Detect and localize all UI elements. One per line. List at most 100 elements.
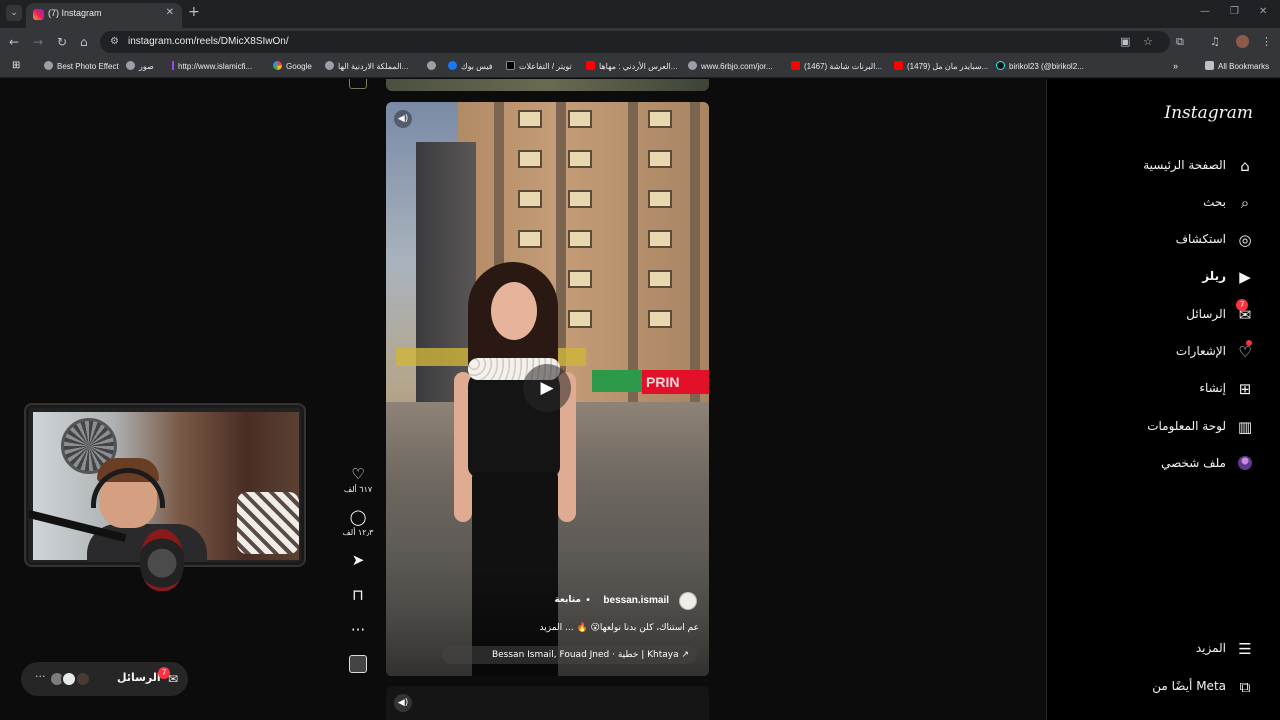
ellipsis-icon: ···: [350, 621, 366, 639]
bookmark-item[interactable]: تويتر / التفاعلات: [506, 61, 572, 71]
nav-messages[interactable]: ✉ 7 الرسائل: [1054, 299, 1254, 328]
profile-avatar-icon[interactable]: [1236, 35, 1249, 48]
facebook-icon: [448, 61, 457, 70]
audio-thumbnail-top[interactable]: [349, 79, 367, 89]
bookmark-item[interactable]: birikol23 (@birikol2...: [996, 61, 1084, 71]
next-reel[interactable]: ◀): [386, 686, 709, 720]
window: [518, 110, 542, 128]
chart-icon: ▥: [1237, 418, 1253, 436]
tab-search-icon[interactable]: ⌄: [6, 5, 22, 21]
building-column: [690, 102, 700, 412]
volume-icon[interactable]: ◀): [394, 110, 412, 128]
pillow-image: [237, 492, 299, 554]
tab-close-icon[interactable]: ✕: [166, 7, 174, 18]
window: [648, 150, 672, 168]
nav-more[interactable]: ☰ المزيد: [1054, 638, 1254, 662]
nav-reels[interactable]: ▶ ريلز: [1054, 266, 1254, 290]
close-window-icon[interactable]: ✕: [1259, 6, 1267, 17]
volume-icon[interactable]: ◀): [394, 694, 412, 712]
search-icon: ⌕: [1240, 194, 1250, 212]
hamburger-icon: ☰: [1238, 640, 1252, 658]
previous-reel[interactable]: [386, 79, 709, 91]
audio-track-link[interactable]: Bessan Ismail, Fouad Jned · خطية | Khtay…: [442, 646, 697, 664]
nav-label: استكشاف: [1175, 232, 1226, 246]
bookmark-item[interactable]: [427, 61, 440, 71]
nav-also-from-meta[interactable]: ⧉ أيضًا من Meta: [1054, 676, 1254, 700]
nav-label: المزيد: [1195, 641, 1226, 655]
cast-icon[interactable]: ▣: [1120, 35, 1130, 48]
bookmark-item[interactable]: (1479) سبايدر مان مل...: [894, 61, 988, 71]
owner-avatar[interactable]: [679, 592, 697, 610]
youtube-icon: [791, 61, 800, 70]
window: [648, 310, 672, 328]
bookmark-item[interactable]: www.6rbjo.com/jor...: [688, 61, 773, 71]
google-icon: [273, 61, 282, 70]
bookmark-item[interactable]: http://www.islamicfi...: [172, 61, 252, 71]
owner-username[interactable]: bessan.ismail: [603, 595, 669, 606]
apps-icon[interactable]: ⊞: [12, 60, 20, 71]
bookmark-item[interactable]: Google: [273, 61, 312, 71]
extensions-icon[interactable]: ⧉: [1176, 35, 1184, 49]
comment-button[interactable]: ◯ ١٢٫٣ ألف: [340, 508, 376, 537]
nav-explore[interactable]: ◎ استكشاف: [1054, 229, 1254, 253]
new-tab-button[interactable]: +: [188, 5, 200, 19]
reel-video[interactable]: PRIN ◀) ▶ bessan.ismail • متابعة عم استن…: [386, 102, 709, 676]
bookmark-icon: ⊓: [352, 586, 364, 604]
nav-search[interactable]: ⌕ بحث: [1054, 192, 1254, 216]
play-icon[interactable]: ▶: [523, 364, 571, 412]
nav-profile[interactable]: ملف شخصي: [1054, 453, 1254, 477]
home-icon[interactable]: ⌂: [80, 35, 88, 49]
like-button[interactable]: ♡ ٦١٧ ألف: [340, 465, 376, 494]
nav-label: لوحة المعلومات: [1147, 419, 1226, 433]
messages-label: الرسائل: [117, 671, 161, 684]
like-count: ٦١٧ ألف: [343, 485, 373, 494]
minimize-icon[interactable]: —: [1200, 6, 1210, 17]
back-icon[interactable]: ←: [9, 35, 19, 49]
all-bookmarks[interactable]: All Bookmarks: [1205, 61, 1269, 71]
bookmark-item[interactable]: صور: [126, 61, 154, 71]
menu-icon[interactable]: ⋮: [1261, 35, 1272, 49]
window: [648, 270, 672, 288]
restore-icon[interactable]: ❐: [1230, 6, 1239, 17]
messages-badge: 7: [158, 667, 170, 679]
bookmark-item[interactable]: Best Photo Effect: [44, 61, 119, 71]
address-bar[interactable]: ⚙ instagram.com/reels/DMicX8SIwOn/ ▣ ☆: [100, 31, 1170, 53]
nav-create[interactable]: ⊞ إنشاء: [1054, 378, 1254, 402]
more-icon[interactable]: ···: [35, 670, 46, 683]
tab-instagram[interactable]: (7) Instagram ✕: [26, 3, 182, 28]
forward-icon[interactable]: →: [33, 35, 43, 49]
messages-pill[interactable]: ··· الرسائل ✉ 7: [21, 662, 188, 696]
tiktok-icon: [996, 61, 1005, 70]
bookmark-item[interactable]: فيس بوك: [448, 61, 493, 71]
save-button[interactable]: ⊓: [340, 586, 376, 604]
bookmark-item[interactable]: (1467) البرنات شاشة...: [791, 61, 882, 71]
globe-icon: [325, 61, 334, 70]
audio-thumbnail[interactable]: [349, 655, 367, 673]
nav-dashboard[interactable]: ▥ لوحة المعلومات: [1054, 416, 1254, 440]
bookmark-item[interactable]: المملكة الاردنية الها...: [325, 61, 408, 71]
nav-label: أيضًا من Meta: [1152, 679, 1226, 693]
window: [648, 190, 672, 208]
site-info-icon[interactable]: ⚙: [110, 36, 119, 47]
reel-owner: bessan.ismail • متابعة: [397, 591, 697, 613]
share-button[interactable]: ➤: [340, 551, 376, 569]
nav-label: الإشعارات: [1175, 344, 1226, 358]
follow-button[interactable]: متابعة: [554, 595, 581, 605]
url-text[interactable]: instagram.com/reels/DMicX8SIwOn/: [128, 36, 289, 47]
bookmark-item[interactable]: العرس الأردني : مهاها...: [586, 61, 677, 71]
instagram-logo[interactable]: Instagram: [1164, 103, 1253, 123]
globe-icon: [44, 61, 53, 70]
nav-label: إنشاء: [1199, 381, 1226, 395]
compass-icon: ◎: [1238, 231, 1252, 249]
nav-notifications[interactable]: ♡ الإشعارات: [1054, 340, 1254, 365]
reel-caption[interactable]: عم استناك، كلن بدنا نولعها😮 🔥 ... المزيد: [540, 623, 699, 633]
reload-icon[interactable]: ↻: [57, 35, 67, 49]
bookmark-star-icon[interactable]: ☆: [1143, 35, 1153, 48]
media-control-icon[interactable]: ♫: [1210, 35, 1220, 49]
building-column: [628, 102, 638, 412]
nav-home[interactable]: ⌂ الصفحة الرئيسية: [1054, 155, 1254, 179]
window: [518, 150, 542, 168]
nav-label: ملف شخصي: [1161, 456, 1226, 470]
bookmarks-overflow-icon[interactable]: »: [1173, 61, 1178, 71]
more-options-button[interactable]: ···: [340, 621, 376, 639]
